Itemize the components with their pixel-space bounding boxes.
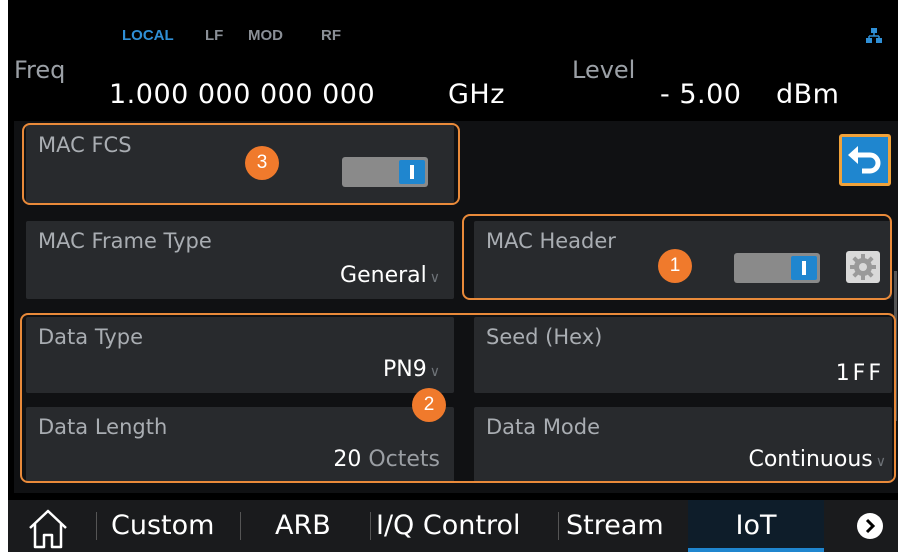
tab-stream[interactable]: Stream: [566, 500, 664, 552]
tab-iot[interactable]: IoT: [688, 500, 824, 552]
mac-frame-type-label: MAC Frame Type: [38, 229, 212, 253]
level-unit: dBm: [776, 79, 840, 110]
next-tabs-button[interactable]: [856, 512, 884, 540]
tab-separator: [96, 512, 97, 540]
home-icon: [29, 509, 67, 549]
tab-separator: [240, 512, 241, 540]
callout-box-data-settings: [20, 313, 896, 483]
status-lf: LF: [205, 27, 224, 44]
level-value[interactable]: - 5.00: [660, 79, 741, 110]
tab-iq-control[interactable]: I/Q Control: [376, 500, 521, 552]
status-local: LOCAL: [122, 27, 174, 44]
freq-label: Freq: [14, 56, 66, 84]
callout-badge-3: 3: [245, 146, 279, 180]
callout-badge-1: 1: [658, 249, 692, 283]
tab-bar: Custom ARB I/Q Control Stream IoT: [8, 500, 898, 552]
callout-box-mac-fcs: [22, 123, 460, 205]
network-icon: [866, 28, 882, 43]
mac-frame-type-text: General: [340, 263, 427, 288]
callout-badge-2: 2: [412, 388, 446, 422]
freq-value[interactable]: 1.000 000 000 000: [109, 79, 375, 110]
chevron-down-icon: ∨: [429, 270, 440, 286]
back-button[interactable]: [839, 134, 891, 186]
level-label: Level: [572, 56, 636, 84]
freq-unit: GHz: [448, 79, 505, 110]
mac-frame-type-value: General ∨: [340, 263, 440, 288]
tab-separator: [558, 512, 559, 540]
chevron-right-icon: [857, 513, 883, 539]
tab-custom[interactable]: Custom: [111, 500, 214, 552]
back-arrow-icon: [848, 146, 881, 174]
home-button[interactable]: [22, 502, 82, 550]
instrument-screen: LOCAL LF MOD RF Freq 1.000 000 000 000 G…: [8, 0, 898, 552]
status-rf: RF: [321, 27, 341, 44]
status-mod: MOD: [248, 27, 283, 44]
tab-separator: [370, 512, 371, 540]
tab-arb[interactable]: ARB: [275, 500, 331, 552]
mac-frame-type-panel[interactable]: MAC Frame Type General ∨: [26, 221, 454, 299]
